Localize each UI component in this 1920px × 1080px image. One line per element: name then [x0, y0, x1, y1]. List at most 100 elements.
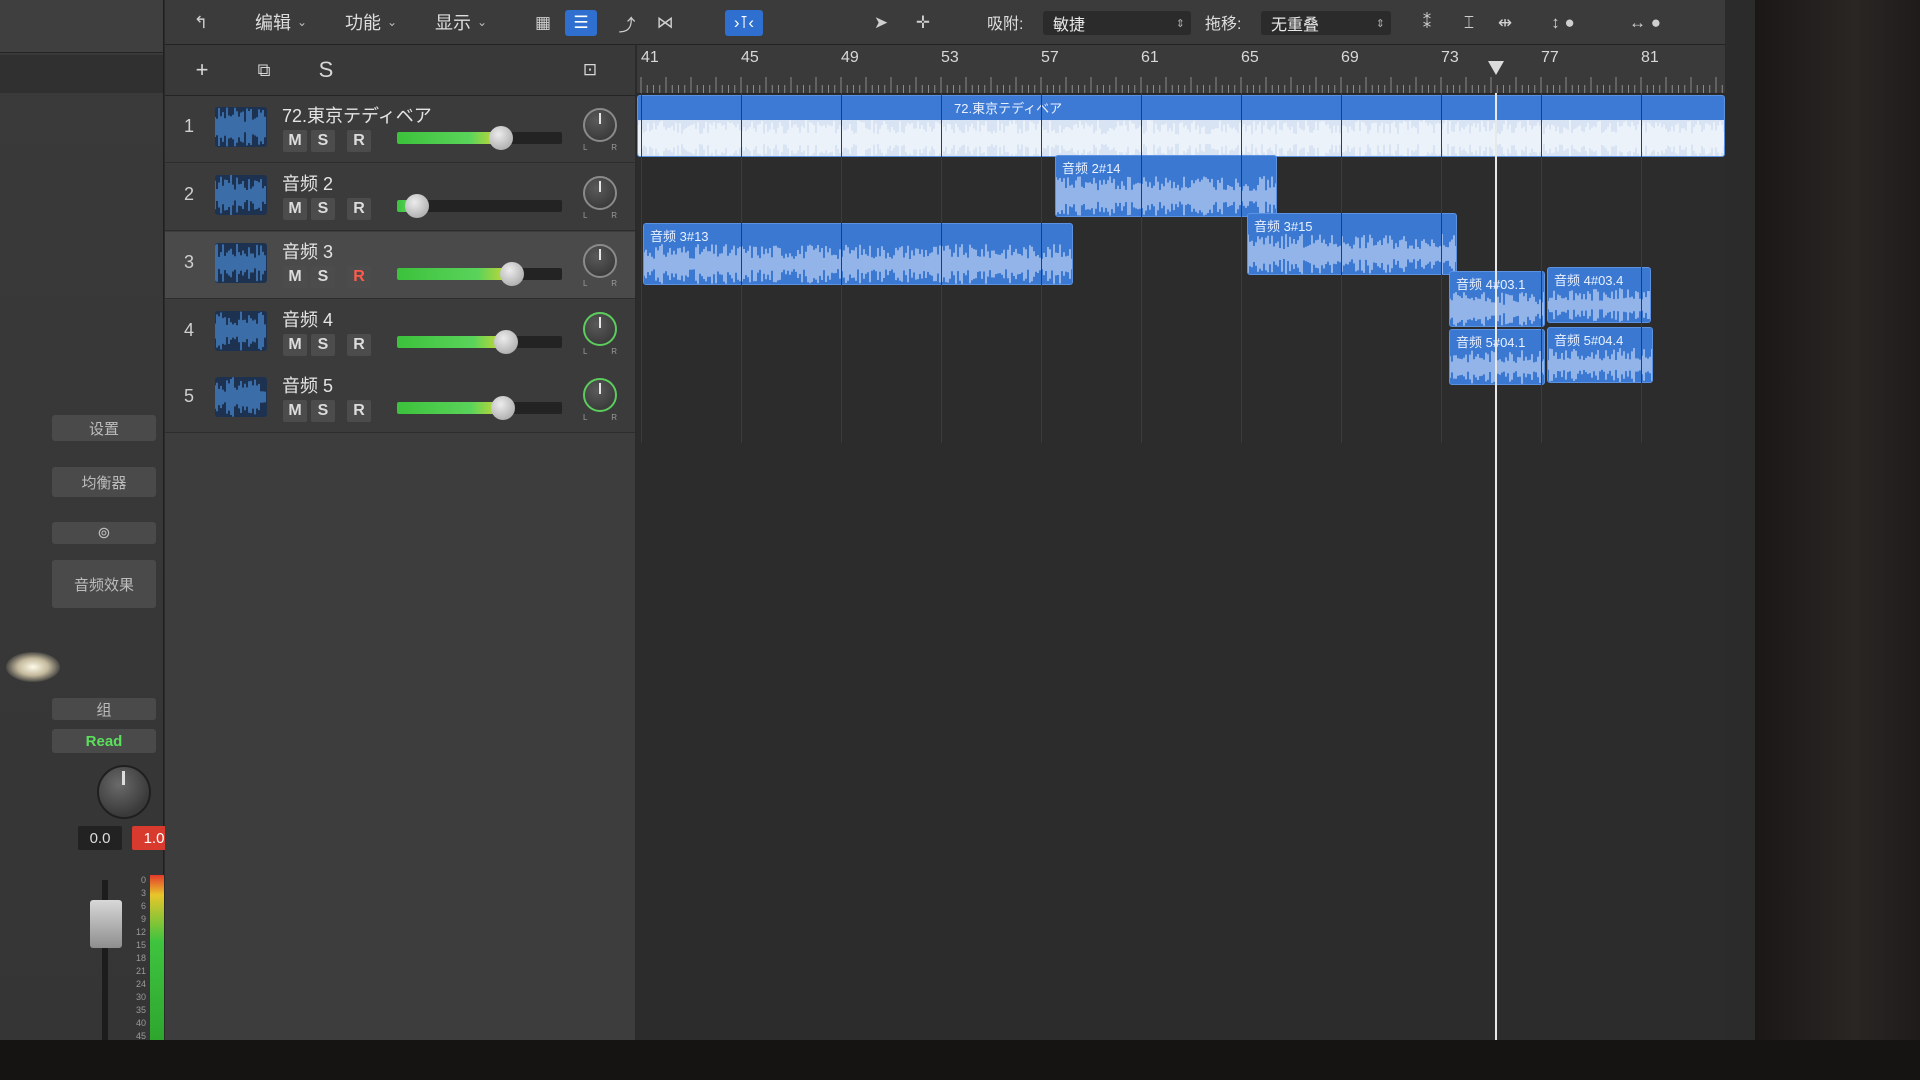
volume-slider-thumb[interactable]: [500, 262, 524, 286]
volume-slider[interactable]: [397, 402, 562, 414]
link-button[interactable]: ⊚: [52, 522, 156, 544]
solo-button[interactable]: S: [311, 266, 335, 288]
ruler-ticks: [640, 77, 1723, 93]
back-button[interactable]: ↰: [185, 10, 217, 36]
solo-button[interactable]: S: [311, 334, 335, 356]
track-name[interactable]: 音频 2: [282, 170, 333, 196]
mute-button[interactable]: M: [283, 198, 307, 220]
audio-region[interactable]: 音频 4#03.1: [1449, 271, 1545, 327]
audio-region[interactable]: 72.東京テディベア: [637, 95, 1725, 157]
volume-slider-thumb[interactable]: [494, 330, 518, 354]
automation-read-button[interactable]: Read: [52, 729, 156, 753]
playhead-marker[interactable]: [1488, 61, 1504, 75]
volume-slider[interactable]: [397, 132, 562, 144]
pan-knob[interactable]: [583, 244, 617, 278]
solo-button[interactable]: S: [311, 130, 335, 152]
track-name[interactable]: 音频 5: [282, 372, 333, 398]
meter-scale-label: 45: [135, 1031, 146, 1040]
snap-select-value: 敏捷: [1053, 17, 1086, 34]
solo-button[interactable]: S: [311, 400, 335, 422]
volume-slider-thumb[interactable]: [491, 396, 515, 420]
timeline-ruler[interactable]: 41 45 49 53 57 61 65 69 73 77 81: [637, 45, 1725, 94]
meter-scale-label: 30: [135, 992, 146, 1002]
screen: 设置 均衡器 ⊚ 音频效果 组 Read 0.0 1.0 0 3 6 9 12 15 18 2…: [0, 0, 1755, 1040]
audio-fx-button[interactable]: 音频效果: [52, 560, 156, 608]
pan-knob[interactable]: [583, 378, 617, 412]
track-row[interactable]: 4 音频 4MSR LR: [165, 300, 635, 367]
meter-scale-label: 3: [140, 888, 146, 898]
arrange-area[interactable]: 41 45 49 53 57 61 65 69 73 77 81 72.東京テディベア 音频 2#14…: [637, 45, 1725, 1040]
record-enable-button[interactable]: R: [347, 400, 371, 422]
menu-functions[interactable]: 功能 ⌄: [345, 10, 397, 34]
pan-knob[interactable]: [583, 176, 617, 210]
drag-select[interactable]: 无重叠 ⇕: [1261, 11, 1391, 35]
vertical-zoom-slider[interactable]: ↕ ●: [1533, 10, 1593, 36]
bar-number: 73: [1441, 49, 1459, 66]
vertical-fit-button[interactable]: ⌶: [1453, 10, 1485, 36]
audio-region[interactable]: 音频 2#14: [1055, 155, 1277, 217]
mute-button[interactable]: M: [283, 266, 307, 288]
record-enable-button[interactable]: R: [347, 266, 371, 288]
track-number: 4: [183, 320, 194, 340]
settings-button[interactable]: 设置: [52, 415, 156, 441]
updown-icon: ⇕: [1175, 17, 1185, 30]
audio-region[interactable]: 音频 5#04.1: [1449, 329, 1545, 385]
bar-gridline: [1141, 93, 1142, 443]
secondary-tool-button[interactable]: ✛: [907, 10, 939, 36]
solo-button[interactable]: S: [311, 198, 335, 220]
eq-button[interactable]: 均衡器: [52, 467, 156, 497]
pointer-tool-button[interactable]: ➤: [865, 10, 897, 36]
waveform-zoom-button[interactable]: ⁑: [1411, 10, 1443, 36]
audio-region[interactable]: 音频 3#15: [1247, 213, 1457, 275]
track-row[interactable]: 3 音频 3MSR LR: [165, 232, 635, 299]
mute-button[interactable]: M: [283, 130, 307, 152]
record-enable-button[interactable]: R: [347, 130, 371, 152]
waveform-icon: [215, 377, 267, 417]
menu-edit-label: 编辑: [255, 13, 291, 33]
chevron-down-icon: ⌄: [387, 15, 398, 29]
track-name[interactable]: 音频 3: [282, 238, 333, 264]
add-track-button[interactable]: +: [185, 56, 219, 84]
menu-edit[interactable]: 编辑 ⌄: [255, 10, 307, 34]
collapse-button[interactable]: ⊡: [575, 56, 605, 84]
automation-button[interactable]: ⤴: [611, 10, 643, 36]
list-view-button[interactable]: ☰: [565, 10, 597, 36]
meter-scale-label: 6: [140, 901, 146, 911]
volume-slider[interactable]: [397, 336, 562, 348]
meter-scale-label: 21: [135, 966, 146, 976]
global-solo-button[interactable]: S: [309, 56, 343, 84]
mute-button[interactable]: M: [283, 334, 307, 356]
group-button[interactable]: 组: [52, 698, 156, 720]
pan-knob[interactable]: [97, 765, 151, 819]
horizontal-zoom-slider[interactable]: ↔ ●: [1605, 10, 1685, 36]
volume-slider-thumb[interactable]: [489, 126, 513, 150]
mute-button[interactable]: M: [283, 400, 307, 422]
track-name[interactable]: 72.東京テディベア: [282, 102, 432, 128]
vertical-fit-icon: ⌶: [1463, 13, 1475, 32]
track-number: 1: [183, 116, 194, 136]
playhead-line[interactable]: [1495, 93, 1497, 1040]
track-name[interactable]: 音频 4: [282, 306, 333, 332]
volume-slider[interactable]: [397, 268, 562, 280]
pan-knob[interactable]: [583, 312, 617, 346]
meter-scale-label: 12: [135, 927, 146, 937]
duplicate-track-button[interactable]: ⧉: [247, 56, 281, 84]
audio-region[interactable]: 音频 4#03.4: [1547, 267, 1651, 323]
track-row[interactable]: 5 音频 5MSR LR: [165, 366, 635, 433]
record-enable-button[interactable]: R: [347, 198, 371, 220]
track-row[interactable]: 1 72.東京テディベア M S R L R: [165, 96, 635, 163]
audio-region[interactable]: 音频 3#13: [643, 223, 1073, 285]
audio-region[interactable]: 音频 5#04.4: [1547, 327, 1653, 383]
menu-view[interactable]: 显示 ⌄: [435, 10, 487, 34]
horizontal-fit-button[interactable]: ⇹: [1489, 10, 1521, 36]
catch-playhead-button[interactable]: ›⊺‹: [725, 10, 763, 36]
volume-slider-thumb[interactable]: [405, 194, 429, 218]
record-enable-button[interactable]: R: [347, 334, 371, 356]
flex-button[interactable]: ⋈: [649, 10, 681, 36]
snap-select[interactable]: 敏捷 ⇕: [1043, 11, 1191, 35]
pan-knob[interactable]: [583, 108, 617, 142]
track-row[interactable]: 2 音频 2MSR LR: [165, 164, 635, 231]
volume-fader-handle[interactable]: [90, 900, 122, 948]
region-label: 音频 4#03.1: [1456, 277, 1526, 292]
grid-view-button[interactable]: ▦: [527, 10, 559, 36]
